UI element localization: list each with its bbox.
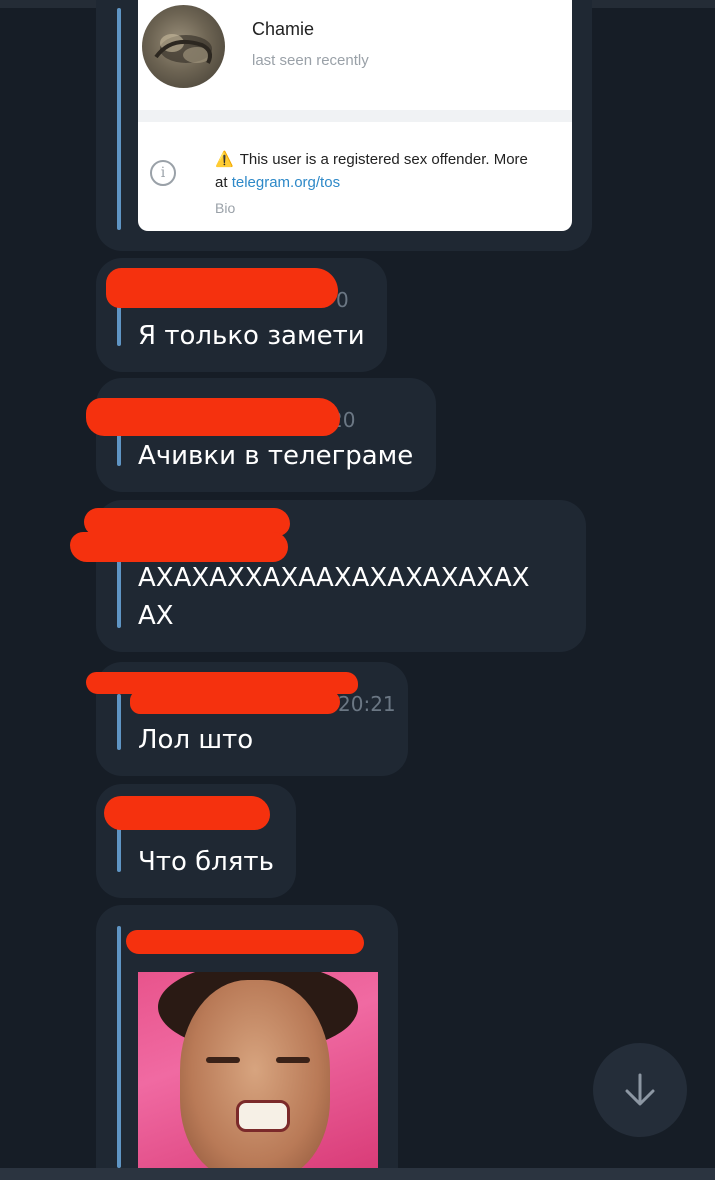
- quote-bar: [117, 8, 121, 230]
- arrow-down-icon: [625, 1073, 655, 1106]
- message-time: 20:21: [338, 692, 396, 716]
- redaction-mark: [126, 930, 364, 954]
- quote-bar: [117, 926, 121, 1168]
- redaction-mark: [130, 690, 340, 714]
- message-text: АХАХАХХАХААХАХАХАХАХАХ: [138, 563, 530, 593]
- bio-text-line2: at telegram.org/tos: [215, 174, 340, 191]
- photo-detail: [180, 980, 330, 1168]
- profile-status: last seen recently: [252, 52, 369, 69]
- bio-at: at: [215, 174, 228, 191]
- bio-text: ⚠️ This user is a registered sex offender…: [215, 150, 528, 168]
- redaction-mark: [86, 398, 340, 436]
- scroll-down-button[interactable]: [593, 1043, 687, 1137]
- redaction-mark: [104, 796, 270, 830]
- redaction-mark: [106, 268, 338, 308]
- warning-icon: ⚠️: [215, 151, 234, 168]
- photo-detail: [276, 1057, 310, 1063]
- message-text: Я только замети: [138, 321, 365, 351]
- message-text: Что блять: [138, 847, 274, 877]
- info-icon: i: [150, 160, 176, 186]
- photo-detail: [236, 1100, 290, 1132]
- message-text: Ачивки в телеграме: [138, 441, 414, 471]
- bio-label: Bio: [215, 200, 236, 216]
- photo-detail: [206, 1057, 240, 1063]
- avatar[interactable]: [142, 5, 225, 88]
- message-text: Лол што: [138, 725, 254, 755]
- bio-link[interactable]: telegram.org/tos: [232, 174, 340, 191]
- bottom-edge: [0, 1168, 715, 1180]
- message-text: АХ: [138, 601, 174, 631]
- profile-name: Chamie: [252, 19, 315, 39]
- quote-bar: [117, 694, 121, 750]
- photo[interactable]: [138, 972, 378, 1168]
- divider: [138, 110, 572, 122]
- profile-card[interactable]: Chamie last seen recently i ⚠️ This user …: [138, 0, 572, 231]
- bio-text-line1: This user is a registered sex offender. …: [239, 151, 528, 168]
